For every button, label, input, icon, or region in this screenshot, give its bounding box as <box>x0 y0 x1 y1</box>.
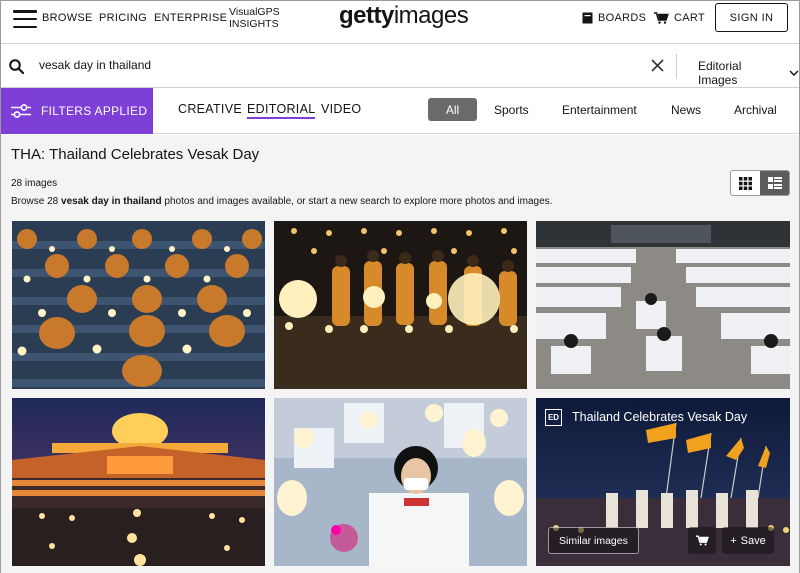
view-toggle <box>730 170 790 196</box>
filters-applied-button[interactable]: FILTERS APPLIED <box>1 88 153 134</box>
add-to-cart-button[interactable] <box>688 527 716 554</box>
chip-entertainment[interactable]: Entertainment <box>562 98 637 121</box>
similar-images-button[interactable]: Similar images <box>548 527 639 554</box>
sliders-icon <box>11 104 31 118</box>
results-area: THA: Thailand Celebrates Vesak Day 28 im… <box>1 135 799 573</box>
grid-icon <box>739 176 752 190</box>
boards-icon <box>582 12 593 24</box>
chip-news[interactable]: News <box>671 98 701 121</box>
nav-visualgps-insights[interactable]: VisualGPS INSIGHTS <box>229 6 280 30</box>
visualgps-line2: INSIGHTS <box>229 18 279 30</box>
save-label: Save <box>740 534 766 547</box>
nav-enterprise[interactable]: ENTERPRISE <box>154 12 227 24</box>
plus-icon: + <box>730 534 737 547</box>
browse-prefix: Browse 28 <box>11 196 62 207</box>
search-input[interactable] <box>39 58 619 72</box>
mosaic-icon <box>767 177 782 189</box>
gettyimages-logo[interactable]: gettyimages <box>339 2 469 30</box>
result-count: 28 images <box>11 178 58 189</box>
chip-sports[interactable]: Sports <box>494 98 529 121</box>
search-bar: Editorial Images <box>1 45 799 88</box>
filters-applied-label: FILTERS APPLIED <box>41 104 148 118</box>
grid-view-button[interactable] <box>731 171 760 195</box>
monks-holding-lanterns-photo[interactable] <box>274 221 527 389</box>
cart-label: CART <box>674 12 705 24</box>
logo-light: images <box>393 2 469 29</box>
photo-girl-praying <box>274 398 527 566</box>
menu-icon[interactable] <box>13 10 37 28</box>
flags-procession-photo[interactable]: ED Thailand Celebrates Vesak Day Similar… <box>536 398 790 566</box>
sign-in-button[interactable]: SIGN IN <box>715 3 788 32</box>
browse-suffix: photos and images available, or start a … <box>161 196 553 207</box>
cart-icon <box>654 12 669 24</box>
close-icon[interactable] <box>651 59 664 72</box>
boards-label: BOARDS <box>598 12 647 24</box>
nav-pricing[interactable]: PRICING <box>99 12 147 24</box>
girl-praying-mask-photo[interactable] <box>274 398 527 566</box>
page-title: THA: Thailand Celebrates Vesak Day <box>11 146 260 163</box>
image-title[interactable]: Thailand Celebrates Vesak Day <box>572 410 747 424</box>
filter-row: FILTERS APPLIED CREATIVE EDITORIAL VIDEO… <box>1 88 799 134</box>
cart-icon <box>695 535 709 546</box>
mosaic-view-button[interactable] <box>760 171 789 195</box>
search-scope-dropdown[interactable]: Editorial Images <box>698 59 799 87</box>
browse-description: Browse 28 vesak day in thailand photos a… <box>11 196 552 207</box>
chevron-down-icon <box>789 70 799 76</box>
tab-creative[interactable]: CREATIVE <box>178 102 242 116</box>
chip-archival[interactable]: Archival <box>734 98 777 121</box>
photo-monks-steps <box>12 221 265 389</box>
save-to-board-button[interactable]: + Save <box>722 527 774 554</box>
photo-crowd-white <box>536 221 790 389</box>
dhammakaya-temple-night-photo[interactable] <box>12 398 265 566</box>
photo-temple-night <box>12 398 265 566</box>
browse-query: vesak day in thailand <box>61 196 162 207</box>
search-scope-label: Editorial Images <box>698 59 742 87</box>
cart-button[interactable]: CART <box>654 12 705 24</box>
search-divider <box>676 54 677 79</box>
boards-button[interactable]: BOARDS <box>582 12 646 24</box>
nav-browse[interactable]: BROWSE <box>42 12 93 24</box>
visualgps-line1: VisualGPS <box>229 6 280 18</box>
tab-video[interactable]: VIDEO <box>321 102 361 116</box>
monks-meditating-candles-photo[interactable] <box>12 221 265 389</box>
chip-all[interactable]: All <box>428 98 477 121</box>
editorial-badge: ED <box>545 409 562 426</box>
crowd-white-robes-photo[interactable] <box>536 221 790 389</box>
photo-monks-lanterns <box>274 221 527 389</box>
top-header: BROWSE PRICING ENTERPRISE VisualGPS INSI… <box>1 1 799 44</box>
search-icon[interactable] <box>9 59 24 74</box>
logo-bold: getty <box>339 2 394 29</box>
tab-editorial[interactable]: EDITORIAL <box>247 102 316 119</box>
